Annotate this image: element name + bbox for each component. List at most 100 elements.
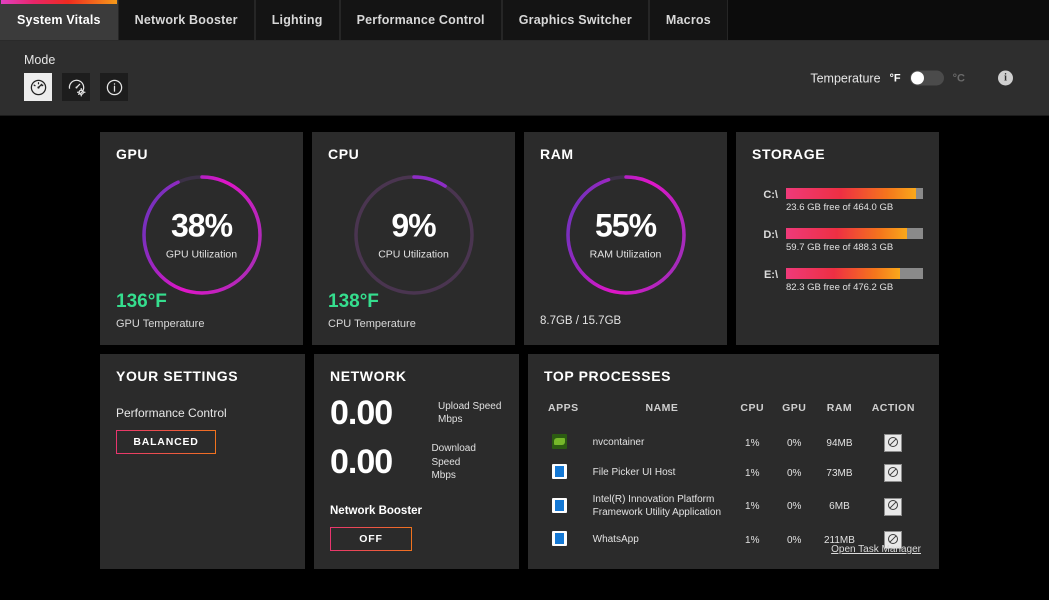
end-task-button[interactable] [884, 434, 903, 452]
column-header-action: ACTION [871, 402, 915, 414]
drive-usage-bar [786, 228, 923, 239]
ban-icon [887, 436, 899, 451]
card-cpu: CPU 9% CPU Utilization 138°F CPU Tempera… [312, 132, 515, 345]
tab-performance-control[interactable]: Performance Control [339, 0, 502, 40]
tab-macros[interactable]: Macros [648, 0, 728, 40]
dashboard-row-top: GPU 38% GPU Utilization 136°F GPU Temper… [100, 132, 939, 345]
tab-label: Network Booster [134, 13, 238, 27]
network-booster-label: Network Booster [330, 504, 423, 517]
card-network: NETWORK 0.00 Upload Speed Mbps 0.00 Down… [314, 354, 519, 569]
ram-utilization-caption: RAM Utilization [589, 248, 662, 261]
table-header-row: APPS NAME CPU GPU RAM ACTION [544, 402, 923, 428]
table-row: nvcontainer 1% 0% 94MB [544, 428, 923, 458]
card-title-top-processes: TOP PROCESSES [544, 368, 672, 384]
unit-fahrenheit-label: °F [889, 72, 901, 84]
cpu-temperature-value: 138°F [328, 291, 379, 312]
tab-bar-filler [727, 0, 1049, 40]
temperature-label: Temperature [810, 71, 881, 85]
network-booster-toggle-button[interactable]: OFF [330, 527, 412, 551]
mode-label: Mode [24, 53, 56, 67]
performance-control-label: Performance Control [116, 406, 227, 420]
drive-letter: C:\ [763, 189, 778, 201]
storage-drive-row: C:\ 23.6 GB free of 464.0 GB [752, 188, 923, 213]
tab-network-booster[interactable]: Network Booster [117, 0, 255, 40]
tab-label: System Vitals [17, 13, 101, 27]
tab-lighting[interactable]: Lighting [254, 0, 340, 40]
drive-usage-bar [786, 188, 923, 199]
card-title-cpu: CPU [328, 146, 360, 162]
mode-button-gauge[interactable] [24, 73, 52, 101]
processes-table: APPS NAME CPU GPU RAM ACTION nvcontainer… [544, 402, 923, 555]
gpu-temperature-caption: GPU Temperature [116, 318, 205, 330]
cpu-temperature-caption: CPU Temperature [328, 318, 416, 330]
drive-letter: E:\ [763, 269, 778, 281]
process-name: nvcontainer [592, 436, 645, 448]
tab-label: Graphics Switcher [518, 13, 632, 27]
card-title-network: NETWORK [330, 368, 407, 384]
end-task-button[interactable] [884, 497, 903, 516]
cpu-gauge-center: 9% CPU Utilization [349, 210, 479, 261]
temperature-unit-toggle[interactable] [909, 70, 944, 86]
gpu-temperature-value: 136°F [116, 291, 167, 312]
card-gpu: GPU 38% GPU Utilization 136°F GPU Temper… [100, 132, 303, 345]
process-cpu: 1% [745, 467, 760, 479]
drive-usage-fill [786, 268, 900, 279]
process-name: WhatsApp [592, 533, 639, 545]
process-gpu: 0% [786, 534, 802, 546]
ram-gauge: 55% RAM Utilization [561, 170, 691, 300]
process-ram: 94MB [826, 437, 853, 449]
mode-toolbar: Mode Temperature °F °C i [0, 41, 1049, 116]
cpu-percent: 9% [391, 207, 436, 244]
upload-speed-label: Upload Speed [438, 400, 502, 412]
download-speed-unit: Mbps [431, 470, 456, 481]
process-gpu: 0% [786, 467, 802, 479]
download-speed-row: 0.00 Download Speed Mbps [330, 442, 503, 483]
storage-drive-row: D:\ 59.7 GB free of 488.3 GB [752, 228, 923, 253]
column-header-apps: APPS [548, 402, 579, 414]
gpu-gauge-center: 38% GPU Utilization [137, 210, 267, 261]
download-speed-value: 0.00 [330, 443, 393, 482]
ram-usage-text: 8.7GB / 15.7GB [540, 315, 622, 327]
performance-mode-button[interactable]: BALANCED [116, 430, 216, 454]
gpu-percent: 38% [170, 207, 233, 244]
tab-system-vitals[interactable]: System Vitals [0, 0, 118, 40]
mode-button-info[interactable] [100, 73, 128, 101]
column-header-name: NAME [645, 402, 679, 414]
tab-graphics-switcher[interactable]: Graphics Switcher [501, 0, 649, 40]
temperature-info-icon[interactable]: i [998, 70, 1013, 86]
process-gpu: 0% [786, 501, 802, 512]
gpu-utilization-caption: GPU Utilization [165, 248, 238, 261]
ram-percent: 55% [594, 207, 657, 244]
card-title-your-settings: YOUR SETTINGS [116, 368, 239, 384]
process-ram: 73MB [826, 467, 853, 479]
column-header-cpu: CPU [740, 402, 765, 414]
window-app-icon [552, 497, 567, 513]
tab-label: Performance Control [356, 13, 485, 27]
cpu-gauge: 9% CPU Utilization [349, 170, 479, 300]
drive-free-text: 23.6 GB free of 464.0 GB [786, 202, 894, 213]
process-name: File Picker UI Host [592, 466, 676, 478]
download-speed-label: Download Speed [431, 443, 476, 468]
column-header-ram: RAM [826, 402, 853, 414]
process-cpu: 1% [745, 437, 760, 449]
drive-usage-fill [786, 188, 917, 199]
card-title-gpu: GPU [116, 146, 149, 162]
mode-icon-group [24, 73, 128, 101]
dashboard: GPU 38% GPU Utilization 136°F GPU Temper… [0, 116, 1049, 600]
gauge-settings-icon [67, 78, 86, 97]
table-row: Intel(R) Innovation Platform Framework U… [544, 488, 923, 525]
upload-speed-value: 0.00 [330, 394, 393, 432]
end-task-button[interactable] [884, 464, 903, 482]
storage-drive-row: E:\ 82.3 GB free of 476.2 GB [752, 268, 923, 293]
dashboard-row-bottom: YOUR SETTINGS Performance Control BALANC… [100, 354, 939, 569]
tab-label: Lighting [271, 13, 323, 27]
column-header-gpu: GPU [782, 402, 807, 414]
open-task-manager-link[interactable]: Open Task Manager [831, 544, 921, 555]
drive-usage-bar [786, 268, 923, 279]
card-ram: RAM 55% RAM Utilization 8.7GB / 15.7GB [524, 132, 727, 345]
storage-drive-list: C:\ 23.6 GB free of 464.0 GB D:\ 59.7 GB… [752, 188, 923, 293]
upload-speed-row: 0.00 Upload Speed Mbps [330, 396, 503, 430]
mode-button-gauge-settings[interactable] [62, 73, 90, 101]
ram-gauge-center: 55% RAM Utilization [561, 210, 691, 261]
process-cpu: 1% [745, 501, 760, 512]
